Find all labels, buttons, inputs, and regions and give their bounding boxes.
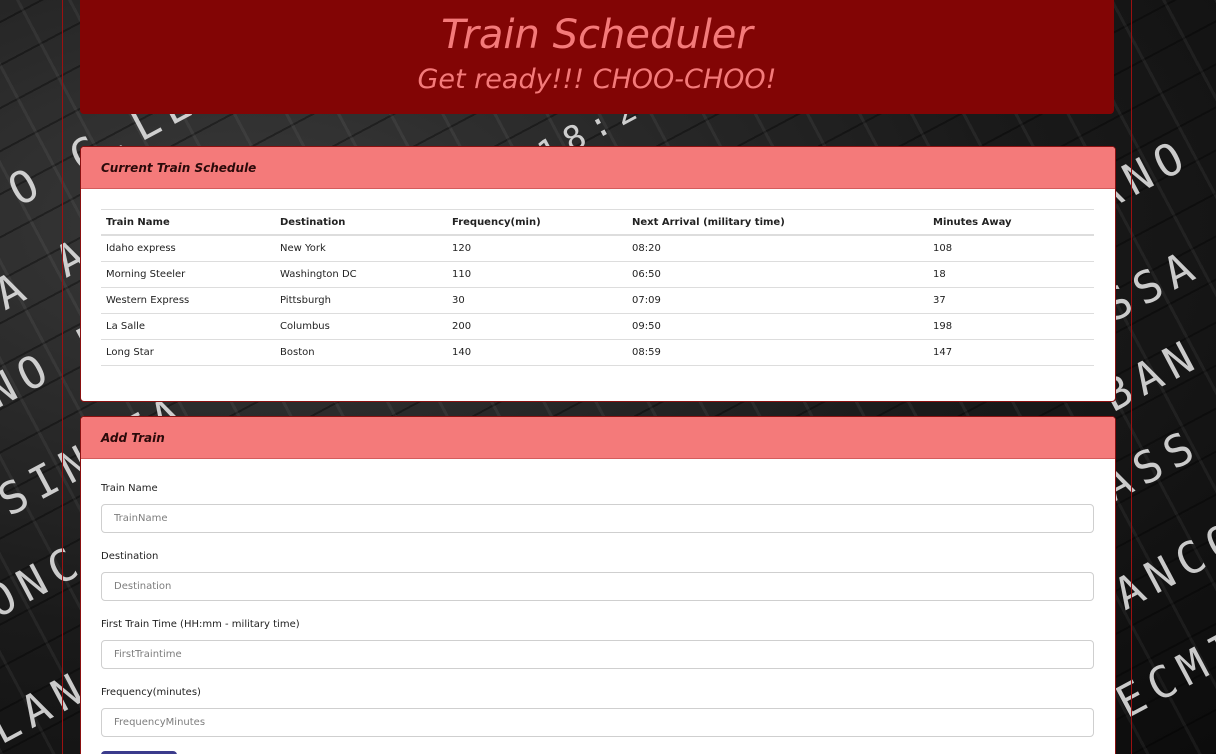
schedule-header-row: Train Name Destination Frequency(min) Ne… [101,209,1094,236]
frequency-cell: 140 [447,339,627,366]
destination-cell: Pittsburgh [275,287,447,314]
train-name-cell: Western Express [101,287,275,314]
add-train-panel-heading: Add Train [81,417,1115,459]
column-header-train-name: Train Name [101,209,275,236]
first-train-time-label: First Train Time (HH:mm - military time) [101,619,300,630]
next-arrival-cell: 07:09 [627,287,928,314]
destination-input[interactable] [101,572,1094,601]
column-header-next-arrival: Next Arrival (military time) [627,209,928,236]
table-row: La Salle Columbus 200 09:50 198 [101,313,1094,340]
first-train-time-input[interactable] [101,640,1094,669]
minutes-away-cell: 37 [928,287,1094,314]
destination-label: Destination [101,551,159,562]
table-row: Idaho express New York 120 08:20 108 [101,235,1094,262]
table-row: Long Star Boston 140 08:59 147 [101,339,1094,366]
header-banner: Train Scheduler Get ready!!! CHOO-CHOO! [80,0,1114,114]
add-train-panel: Add Train Train Name Destination First T… [80,416,1116,754]
frequency-cell: 30 [447,287,627,314]
column-header-frequency: Frequency(min) [447,209,627,236]
schedule-panel: Current Train Schedule Train Name Destin… [80,146,1116,402]
next-arrival-cell: 09:50 [627,313,928,340]
page-subtitle: Get ready!!! CHOO-CHOO! [417,64,777,95]
frequency-input[interactable] [101,708,1094,737]
train-name-input[interactable] [101,504,1094,533]
minutes-away-cell: 147 [928,339,1094,366]
schedule-table: Train Name Destination Frequency(min) Ne… [101,209,1094,366]
train-name-cell: Long Star [101,339,275,366]
destination-cell: Columbus [275,313,447,340]
frequency-label: Frequency(minutes) [101,687,201,698]
train-name-cell: Idaho express [101,235,275,262]
train-name-label: Train Name [101,483,158,494]
frequency-cell: 200 [447,313,627,340]
minutes-away-cell: 108 [928,235,1094,262]
train-name-cell: La Salle [101,313,275,340]
column-header-minutes-away: Minutes Away [928,209,1094,236]
next-arrival-cell: 06:50 [627,261,928,288]
frequency-cell: 110 [447,261,627,288]
main-container: Train Scheduler Get ready!!! CHOO-CHOO! … [62,0,1132,754]
train-name-cell: Morning Steeler [101,261,275,288]
column-header-destination: Destination [275,209,447,236]
schedule-panel-heading: Current Train Schedule [81,147,1115,189]
destination-cell: Washington DC [275,261,447,288]
destination-cell: New York [275,235,447,262]
page-title: Train Scheduler [441,12,753,58]
destination-cell: Boston [275,339,447,366]
table-row: Morning Steeler Washington DC 110 06:50 … [101,261,1094,288]
minutes-away-cell: 198 [928,313,1094,340]
next-arrival-cell: 08:59 [627,339,928,366]
next-arrival-cell: 08:20 [627,235,928,262]
minutes-away-cell: 18 [928,261,1094,288]
table-row: Western Express Pittsburgh 30 07:09 37 [101,287,1094,314]
frequency-cell: 120 [447,235,627,262]
